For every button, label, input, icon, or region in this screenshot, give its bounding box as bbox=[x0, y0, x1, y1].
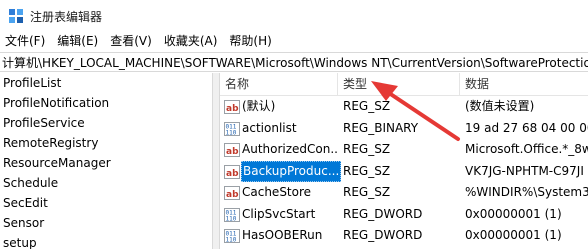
binary-value-icon: 011 110 bbox=[224, 207, 240, 223]
registry-editor-icon bbox=[9, 9, 23, 23]
menu-bar: 文件(F) 编辑(E) 查看(V) 收藏夹(A) 帮助(H) bbox=[0, 31, 588, 51]
svg-text:ab: ab bbox=[226, 190, 239, 200]
value-name: ClipSvcStart bbox=[242, 206, 316, 221]
value-data: %WINDIR%\System3 bbox=[465, 185, 588, 199]
tree-item-sensor[interactable]: Sensor bbox=[0, 213, 212, 233]
list-header: 名称 类型 数据 bbox=[220, 73, 588, 96]
value-row[interactable]: ab AuthorizedCon... REG_SZ Microsoft.Office… bbox=[220, 139, 588, 161]
svg-text:ab: ab bbox=[226, 147, 239, 157]
value-type: REG_SZ bbox=[343, 99, 391, 113]
value-type: REG_DWORD bbox=[343, 206, 423, 221]
title-bar: 注册表编辑器 bbox=[0, 0, 588, 31]
string-value-icon: ab bbox=[224, 99, 240, 115]
value-row[interactable]: 011 110 ClipSvcStart REG_DWORD 0x00000001 (1… bbox=[220, 204, 588, 226]
value-data: 0x00000001 (1) bbox=[465, 206, 562, 221]
svg-text:110: 110 bbox=[226, 237, 237, 244]
value-data: (数值未设置) bbox=[465, 99, 535, 113]
value-data: Microsoft.Office.*_8w bbox=[465, 142, 588, 156]
value-type: REG_BINARY bbox=[343, 120, 419, 135]
value-data: 19 ad 27 68 04 00 00 bbox=[465, 120, 588, 135]
tree-item-profileservice[interactable]: ProfileService bbox=[0, 113, 212, 133]
value-row[interactable]: ab (默认) REG_SZ (数值未设置) bbox=[220, 96, 588, 118]
window-title: 注册表编辑器 bbox=[30, 10, 103, 24]
value-row[interactable]: 011 110 HasOOBERun REG_DWORD 0x00000001 (1) bbox=[220, 225, 588, 247]
svg-text:110: 110 bbox=[226, 129, 237, 136]
tree-item-resourcemanager[interactable]: ResourceManager bbox=[0, 153, 212, 173]
string-value-icon: ab bbox=[224, 164, 240, 180]
menu-edit[interactable]: 编辑(E) bbox=[51, 31, 104, 51]
address-bar[interactable]: 计算机\HKEY_LOCAL_MACHINE\SOFTWARE\Microsof… bbox=[0, 52, 588, 72]
value-type: REG_SZ bbox=[343, 163, 391, 178]
tree-item-remoteregistry[interactable]: RemoteRegistry bbox=[0, 133, 212, 153]
svg-text:ab: ab bbox=[226, 104, 239, 114]
value-name: actionlist bbox=[242, 120, 297, 135]
tree-item-secedit[interactable]: SecEdit bbox=[0, 193, 212, 213]
tree-item-profilelist[interactable]: ProfileList bbox=[0, 73, 212, 93]
pane-splitter[interactable] bbox=[212, 73, 220, 249]
binary-value-icon: 011 110 bbox=[224, 228, 240, 244]
value-type: REG_SZ bbox=[343, 185, 391, 199]
value-name: AuthorizedCon... bbox=[242, 142, 338, 156]
svg-text:ab: ab bbox=[226, 169, 239, 179]
value-type: REG_SZ bbox=[343, 142, 391, 156]
value-type: REG_DWORD bbox=[343, 228, 423, 242]
values-list: 名称 类型 数据 ab (默认) REG_SZ (数值未设置) 011 110 action… bbox=[220, 73, 588, 249]
value-data: 0x00000001 (1) bbox=[465, 228, 562, 242]
tree-item-profilenotification[interactable]: ProfileNotification bbox=[0, 93, 212, 113]
value-name: (默认) bbox=[242, 99, 276, 113]
string-value-icon: ab bbox=[224, 185, 240, 201]
menu-help[interactable]: 帮助(H) bbox=[223, 31, 277, 51]
column-header-name[interactable]: 名称 bbox=[220, 73, 338, 95]
value-name: CacheStore bbox=[242, 185, 312, 199]
menu-file[interactable]: 文件(F) bbox=[0, 31, 51, 51]
key-tree: ProfileList ProfileNotification ProfileS… bbox=[0, 73, 212, 249]
tree-item-setup[interactable]: setup bbox=[0, 233, 212, 249]
value-row[interactable]: ab CacheStore REG_SZ %WINDIR%\System3 bbox=[220, 182, 588, 204]
registry-editor-window: 注册表编辑器 文件(F) 编辑(E) 查看(V) 收藏夹(A) 帮助(H) 计算… bbox=[0, 0, 588, 249]
value-name: HasOOBERun bbox=[242, 228, 323, 242]
column-header-type[interactable]: 类型 bbox=[338, 73, 460, 95]
menu-favorites[interactable]: 收藏夹(A) bbox=[158, 31, 224, 51]
value-name: BackupProduc... bbox=[241, 160, 341, 182]
value-row[interactable]: ab BackupProduc... REG_SZ VK7JG-NPHTM-C97JI bbox=[220, 160, 588, 183]
svg-text:110: 110 bbox=[226, 215, 237, 222]
value-data: VK7JG-NPHTM-C97JI bbox=[465, 163, 584, 178]
binary-value-icon: 011 110 bbox=[224, 121, 240, 137]
value-row[interactable]: 011 110 actionlist REG_BINARY 19 ad 27 68 04… bbox=[220, 118, 588, 140]
tree-item-schedule[interactable]: Schedule bbox=[0, 173, 212, 193]
string-value-icon: ab bbox=[224, 142, 240, 158]
column-header-data[interactable]: 数据 bbox=[460, 73, 588, 95]
menu-view[interactable]: 查看(V) bbox=[104, 31, 158, 51]
